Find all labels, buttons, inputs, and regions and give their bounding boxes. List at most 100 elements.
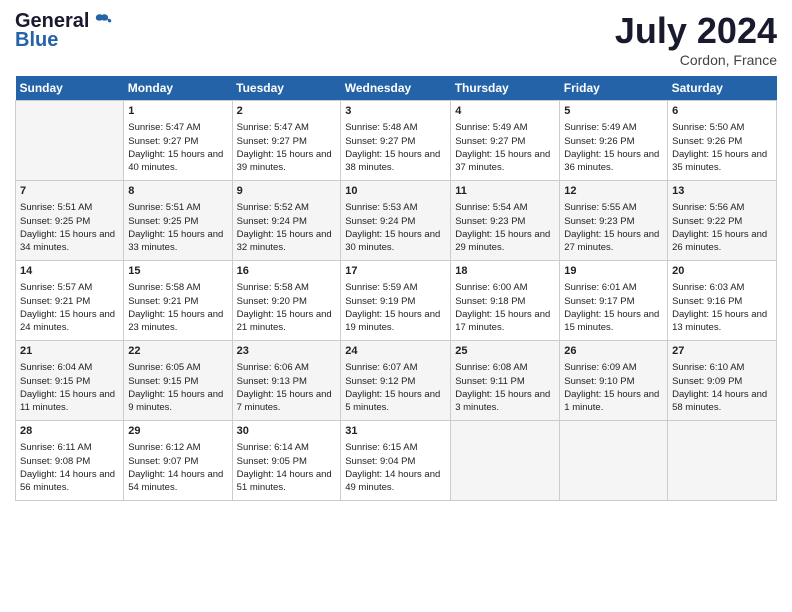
calendar-cell: 9 Sunrise: 5:52 AMSunset: 9:24 PMDaylight… (232, 181, 341, 261)
day-number: 26 (564, 344, 663, 359)
calendar-cell (16, 101, 124, 181)
day-info: Sunrise: 5:51 AMSunset: 9:25 PMDaylight:… (20, 201, 119, 254)
calendar-cell: 26 Sunrise: 6:09 AMSunset: 9:10 PMDayligh… (560, 341, 668, 421)
day-number: 13 (672, 184, 772, 199)
calendar-cell: 27 Sunrise: 6:10 AMSunset: 9:09 PMDayligh… (668, 341, 777, 421)
day-info: Sunrise: 5:48 AMSunset: 9:27 PMDaylight:… (345, 121, 446, 174)
logo: General Blue (15, 10, 113, 52)
calendar-cell: 2 Sunrise: 5:47 AMSunset: 9:27 PMDaylight… (232, 101, 341, 181)
day-info: Sunrise: 5:49 AMSunset: 9:26 PMDaylight:… (564, 121, 663, 174)
calendar-cell: 16 Sunrise: 5:58 AMSunset: 9:20 PMDayligh… (232, 261, 341, 341)
location-text: Cordon, France (615, 52, 777, 68)
day-number: 4 (455, 104, 555, 119)
day-info: Sunrise: 5:56 AMSunset: 9:22 PMDaylight:… (672, 201, 772, 254)
day-info: Sunrise: 5:59 AMSunset: 9:19 PMDaylight:… (345, 281, 446, 334)
calendar-cell: 14Sunrise: 5:57 AMSunset: 9:21 PMDayligh… (16, 261, 124, 341)
calendar-cell: 3 Sunrise: 5:48 AMSunset: 9:27 PMDaylight… (341, 101, 451, 181)
calendar-cell: 19 Sunrise: 6:01 AMSunset: 9:17 PMDayligh… (560, 261, 668, 341)
day-number: 3 (345, 104, 446, 119)
day-info: Sunrise: 5:47 AMSunset: 9:27 PMDaylight:… (128, 121, 227, 174)
page-container: General Blue July 2024 Cordon, France Su… (0, 0, 792, 511)
day-info: Sunrise: 5:58 AMSunset: 9:21 PMDaylight:… (128, 281, 227, 334)
calendar-cell: 6Sunrise: 5:50 AMSunset: 9:26 PMDaylight… (668, 101, 777, 181)
calendar-cell: 17 Sunrise: 5:59 AMSunset: 9:19 PMDayligh… (341, 261, 451, 341)
calendar-cell (451, 421, 560, 501)
day-number: 2 (237, 104, 337, 119)
calendar-cell: 7 Sunrise: 5:51 AMSunset: 9:25 PMDaylight… (16, 181, 124, 261)
col-tuesday: Tuesday (232, 76, 341, 101)
calendar-cell: 24 Sunrise: 6:07 AMSunset: 9:12 PMDayligh… (341, 341, 451, 421)
calendar-week-row: 1 Sunrise: 5:47 AMSunset: 9:27 PMDaylight… (16, 101, 777, 181)
day-info: Sunrise: 5:52 AMSunset: 9:24 PMDaylight:… (237, 201, 337, 254)
calendar-cell: 12Sunrise: 5:55 AMSunset: 9:23 PMDayligh… (560, 181, 668, 261)
header-row: Sunday Monday Tuesday Wednesday Thursday… (16, 76, 777, 101)
day-number: 28 (20, 424, 119, 439)
day-info: Sunrise: 6:01 AMSunset: 9:17 PMDaylight:… (564, 281, 663, 334)
col-monday: Monday (124, 76, 232, 101)
col-sunday: Sunday (16, 76, 124, 101)
calendar-table: Sunday Monday Tuesday Wednesday Thursday… (15, 76, 777, 501)
calendar-cell (668, 421, 777, 501)
day-info: Sunrise: 6:07 AMSunset: 9:12 PMDaylight:… (345, 361, 446, 414)
day-info: Sunrise: 6:03 AMSunset: 9:16 PMDaylight:… (672, 281, 772, 334)
calendar-cell: 30Sunrise: 6:14 AMSunset: 9:05 PMDayligh… (232, 421, 341, 501)
day-number: 6 (672, 104, 772, 119)
col-friday: Friday (560, 76, 668, 101)
calendar-cell: 28 Sunrise: 6:11 AMSunset: 9:08 PMDayligh… (16, 421, 124, 501)
calendar-cell: 11Sunrise: 5:54 AMSunset: 9:23 PMDayligh… (451, 181, 560, 261)
day-info: Sunrise: 6:06 AMSunset: 9:13 PMDaylight:… (237, 361, 337, 414)
calendar-cell: 31 Sunrise: 6:15 AMSunset: 9:04 PMDayligh… (341, 421, 451, 501)
calendar-cell: 21 Sunrise: 6:04 AMSunset: 9:15 PMDayligh… (16, 341, 124, 421)
day-number: 21 (20, 344, 119, 359)
day-info: Sunrise: 6:04 AMSunset: 9:15 PMDaylight:… (20, 361, 119, 414)
day-number: 27 (672, 344, 772, 359)
day-info: Sunrise: 6:09 AMSunset: 9:10 PMDaylight:… (564, 361, 663, 414)
day-number: 19 (564, 264, 663, 279)
calendar-week-row: 14Sunrise: 5:57 AMSunset: 9:21 PMDayligh… (16, 261, 777, 341)
calendar-cell (560, 421, 668, 501)
calendar-week-row: 7 Sunrise: 5:51 AMSunset: 9:25 PMDaylight… (16, 181, 777, 261)
calendar-cell: 13 Sunrise: 5:56 AMSunset: 9:22 PMDayligh… (668, 181, 777, 261)
day-number: 10 (345, 184, 446, 199)
day-number: 18 (455, 264, 555, 279)
col-saturday: Saturday (668, 76, 777, 101)
logo-bird-icon (91, 11, 113, 33)
day-info: Sunrise: 5:58 AMSunset: 9:20 PMDaylight:… (237, 281, 337, 334)
day-number: 30 (237, 424, 337, 439)
day-info: Sunrise: 6:15 AMSunset: 9:04 PMDaylight:… (345, 441, 446, 494)
day-number: 7 (20, 184, 119, 199)
day-info: Sunrise: 5:49 AMSunset: 9:27 PMDaylight:… (455, 121, 555, 174)
calendar-cell: 8 Sunrise: 5:51 AMSunset: 9:25 PMDaylight… (124, 181, 232, 261)
day-number: 17 (345, 264, 446, 279)
day-number: 20 (672, 264, 772, 279)
day-number: 5 (564, 104, 663, 119)
calendar-cell: 23 Sunrise: 6:06 AMSunset: 9:13 PMDayligh… (232, 341, 341, 421)
header: General Blue July 2024 Cordon, France (15, 10, 777, 68)
day-number: 15 (128, 264, 227, 279)
day-info: Sunrise: 5:57 AMSunset: 9:21 PMDaylight:… (20, 281, 119, 334)
day-info: Sunrise: 6:08 AMSunset: 9:11 PMDaylight:… (455, 361, 555, 414)
day-number: 31 (345, 424, 446, 439)
day-number: 1 (128, 104, 227, 119)
day-number: 22 (128, 344, 227, 359)
day-number: 16 (237, 264, 337, 279)
col-wednesday: Wednesday (341, 76, 451, 101)
day-number: 25 (455, 344, 555, 359)
logo-blue-text: Blue (15, 29, 58, 52)
day-number: 24 (345, 344, 446, 359)
day-number: 9 (237, 184, 337, 199)
calendar-cell: 1 Sunrise: 5:47 AMSunset: 9:27 PMDaylight… (124, 101, 232, 181)
calendar-week-row: 28 Sunrise: 6:11 AMSunset: 9:08 PMDayligh… (16, 421, 777, 501)
calendar-cell: 10Sunrise: 5:53 AMSunset: 9:24 PMDayligh… (341, 181, 451, 261)
month-year-title: July 2024 (615, 10, 777, 52)
day-info: Sunrise: 6:05 AMSunset: 9:15 PMDaylight:… (128, 361, 227, 414)
day-info: Sunrise: 6:11 AMSunset: 9:08 PMDaylight:… (20, 441, 119, 494)
day-number: 23 (237, 344, 337, 359)
day-info: Sunrise: 6:10 AMSunset: 9:09 PMDaylight:… (672, 361, 772, 414)
calendar-cell: 20 Sunrise: 6:03 AMSunset: 9:16 PMDayligh… (668, 261, 777, 341)
day-number: 8 (128, 184, 227, 199)
day-info: Sunrise: 5:47 AMSunset: 9:27 PMDaylight:… (237, 121, 337, 174)
calendar-cell: 29Sunrise: 6:12 AMSunset: 9:07 PMDayligh… (124, 421, 232, 501)
day-info: Sunrise: 5:51 AMSunset: 9:25 PMDaylight:… (128, 201, 227, 254)
day-number: 12 (564, 184, 663, 199)
